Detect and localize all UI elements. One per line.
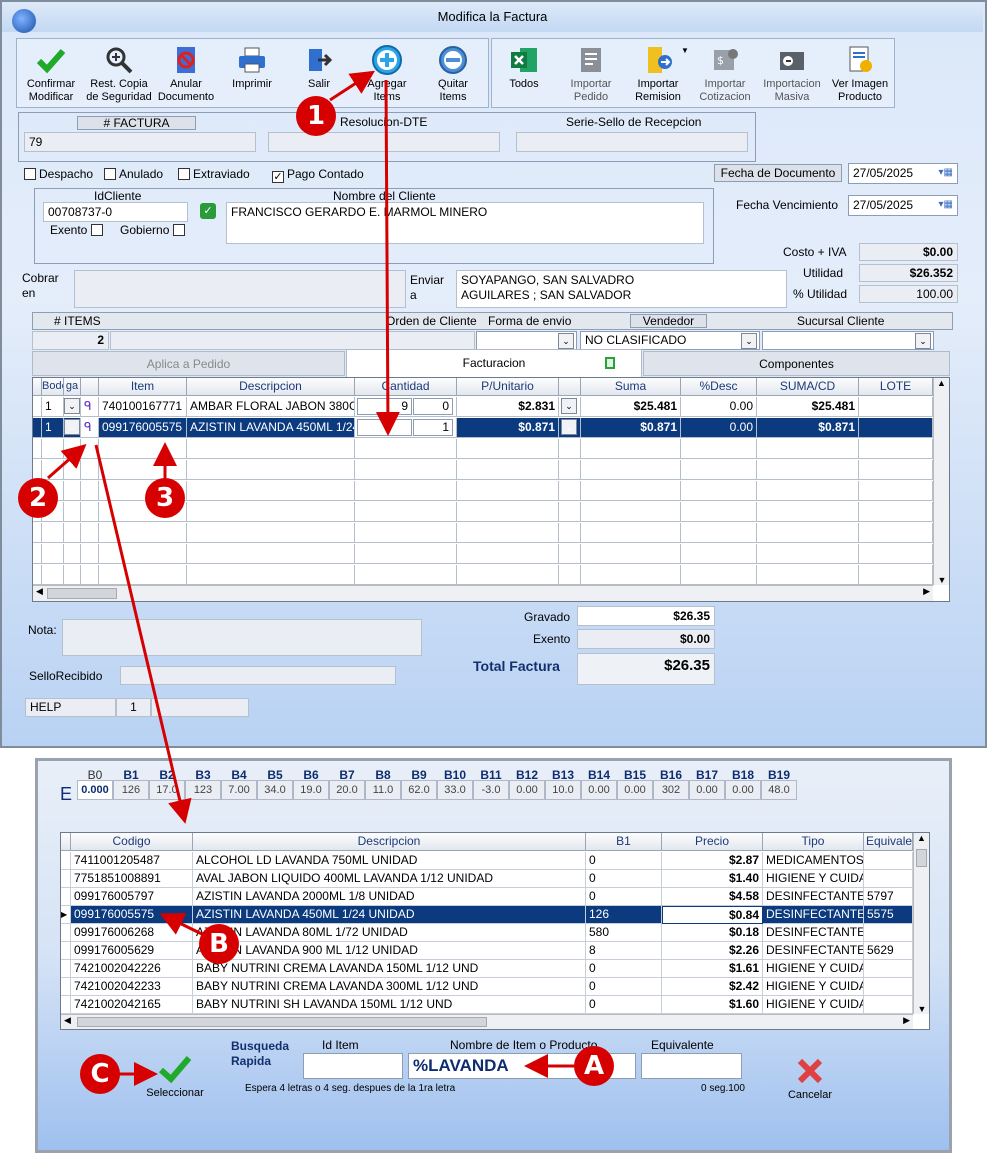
arrow-2-to-bodega — [47, 444, 87, 480]
annotation-badge-b: B — [199, 924, 239, 964]
annotation-badge-2: 2 — [18, 478, 58, 518]
arrow-agregar-to-cantidad — [375, 79, 400, 436]
annotation-badge-a: A — [574, 1046, 614, 1086]
arrow-1-to-agregar — [329, 70, 376, 102]
annotation-arrows — [47, 70, 576, 1086]
annotation-badge-c: C — [80, 1054, 120, 1094]
annotation-badge-3: 3 — [145, 478, 185, 518]
annotation-badge-1: 1 — [296, 96, 336, 136]
